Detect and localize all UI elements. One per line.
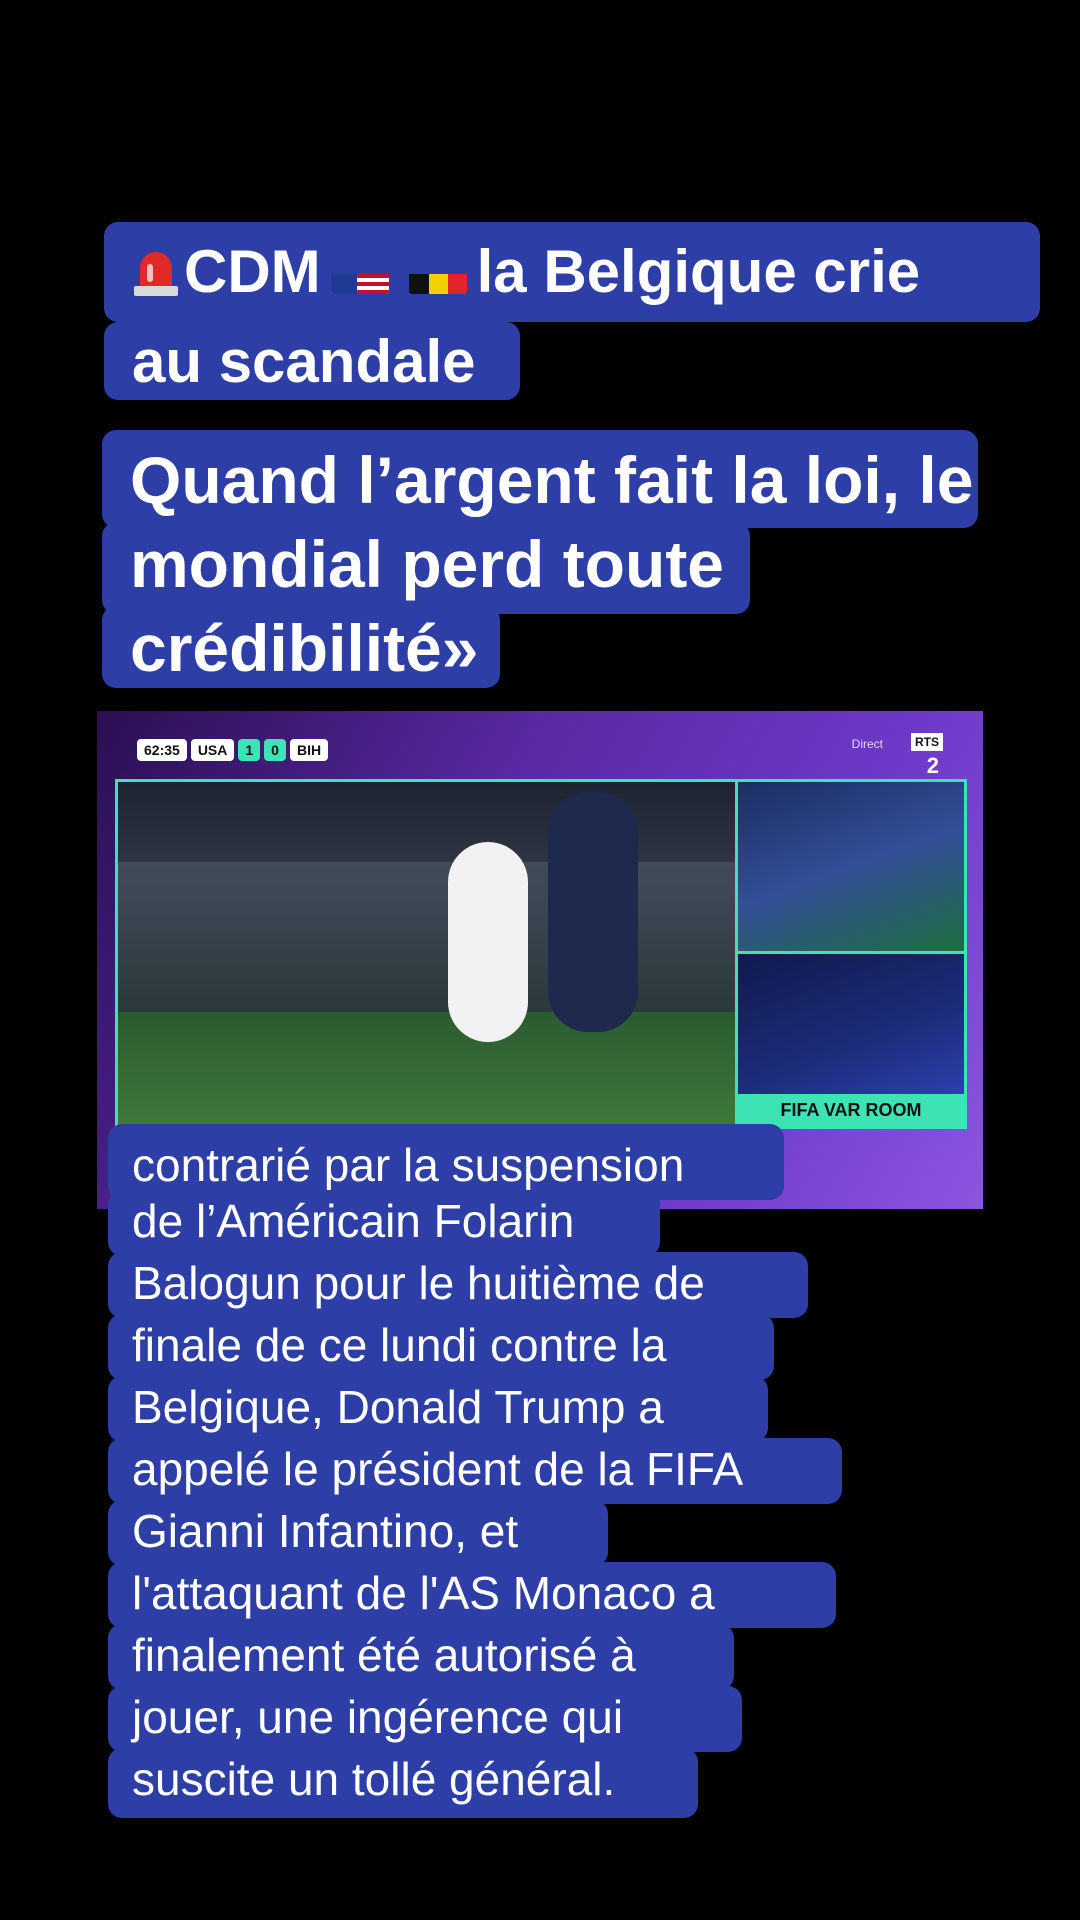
headline-line-2: au scandale xyxy=(104,322,520,400)
referee-view xyxy=(738,782,964,954)
player-white xyxy=(448,842,528,1042)
quote-line-2: mondial perd toute xyxy=(102,522,750,614)
body-line-8: l'attaquant de l'AS Monaco a xyxy=(108,1562,836,1628)
away-score: 0 xyxy=(264,739,286,761)
headline-cdm: CDM xyxy=(184,238,321,305)
belgium-flag-icon xyxy=(408,254,467,294)
live-label: Direct xyxy=(851,737,883,751)
body-line-6: appelé le président de la FIFA xyxy=(108,1438,842,1504)
var-room-label: FIFA VAR ROOM xyxy=(738,1094,964,1126)
siren-icon xyxy=(132,238,180,296)
us-flag-icon xyxy=(330,254,389,294)
body-line-7: Gianni Infantino, et xyxy=(108,1500,608,1566)
bench-area xyxy=(118,862,738,1012)
match-clock: 62:35 xyxy=(137,739,187,761)
home-team: USA xyxy=(190,739,235,761)
body-line-4: finale de ce lundi contre la xyxy=(108,1314,774,1380)
body-line-5: Belgique, Donald Trump a xyxy=(108,1376,768,1442)
body-line-2: de l’Américain Folarin xyxy=(108,1190,660,1256)
player-navy xyxy=(548,792,638,1032)
body-line-9: finalement été autorisé à xyxy=(108,1624,734,1690)
headline-line-1: CDM la Belgique crie xyxy=(104,222,1040,322)
quote-line-3: crédibilité» xyxy=(102,606,500,688)
body-line-3: Balogun pour le huitième de xyxy=(108,1252,808,1318)
body-line-1: contrarié par la suspension xyxy=(108,1124,784,1200)
scoreboard: 62:35 USA 1 0 BIH xyxy=(137,739,329,761)
var-room-view xyxy=(738,954,964,1096)
quote-line-1: Quand l’argent fait la loi, le xyxy=(102,430,978,528)
away-team: BIH xyxy=(289,739,329,761)
headline-rest: la Belgique crie xyxy=(476,238,921,305)
pitch-view xyxy=(115,779,738,1135)
body-line-11: suscite un tollé général. xyxy=(108,1748,698,1818)
home-score: 1 xyxy=(238,739,261,761)
channel-number: 2 xyxy=(926,753,939,778)
body-line-10: jouer, une ingérence qui xyxy=(108,1686,742,1752)
channel-logo: RTS xyxy=(911,733,943,751)
var-panels: FIFA VAR ROOM xyxy=(735,779,967,1129)
